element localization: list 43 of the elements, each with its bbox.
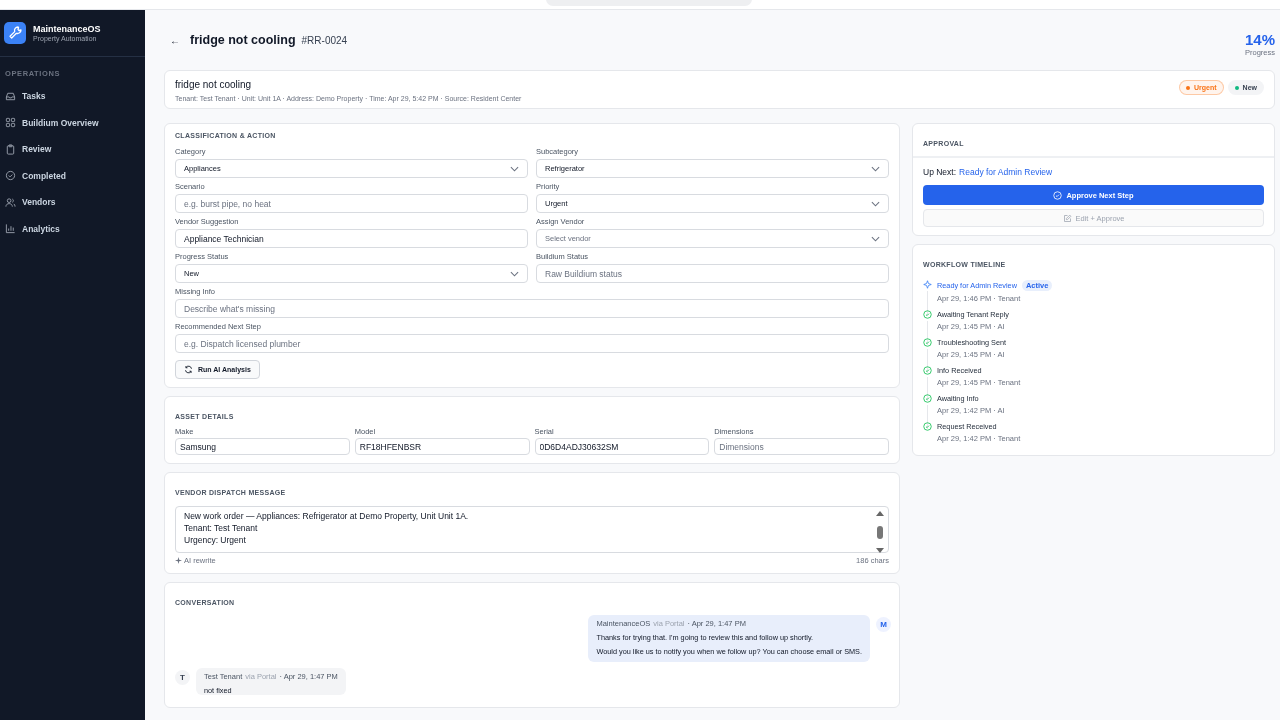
chevron-down-icon: [871, 235, 880, 242]
inbox-icon: [5, 90, 16, 102]
nav-item[interactable]: Completed: [0, 162, 145, 189]
grid-icon: [5, 117, 16, 129]
scrollbar-drawing: [875, 510, 885, 554]
input-field[interactable]: Describe what's missing: [175, 299, 889, 318]
input-field[interactable]: Samsung: [175, 438, 350, 455]
input-field[interactable]: Dimensions: [714, 438, 889, 455]
app-name: MaintenanceOS: [33, 24, 101, 34]
check-circle-icon: [1053, 190, 1063, 200]
input-field[interactable]: 0D6D4ADJ30632SM: [534, 438, 710, 455]
sparkle-icon: [175, 557, 182, 564]
chevron-down-icon: [510, 165, 519, 172]
nav-item[interactable]: Analytics: [0, 215, 145, 242]
avatar: M: [876, 617, 891, 632]
nav-item[interactable]: Review: [0, 136, 145, 163]
chart-icon: [5, 223, 16, 235]
users-icon: [5, 196, 16, 208]
up-next-label: Up Next:: [923, 167, 957, 177]
message-field[interactable]: New work order — Appliances: Refrigerator at Demo Property, Unit Unit 1A. Tenant: Test Tenant Urgency: Urgent: [175, 506, 889, 553]
wrench-logo-icon: [4, 22, 26, 44]
input-field[interactable]: Appliance Technician: [175, 229, 528, 248]
nav-item[interactable]: Tasks: [0, 83, 145, 110]
nav-item[interactable]: Vendors: [0, 189, 145, 216]
input-field[interactable]: RF18HFENBSR: [354, 438, 530, 455]
request-title: fridge not cooling: [175, 79, 253, 90]
input-field[interactable]: e.g. burst pipe, no heat: [175, 194, 528, 213]
input-field[interactable]: Raw Buildium status: [536, 264, 889, 283]
chevron-down-icon: [510, 270, 519, 277]
page-title: fridge not cooling: [190, 33, 296, 47]
request-id: #RR-0024: [301, 34, 348, 46]
clipboard-icon: [5, 143, 16, 155]
chevron-down-icon: [871, 165, 880, 172]
check-icon: [5, 170, 16, 182]
back-button[interactable]: ←: [170, 34, 180, 46]
nav-item[interactable]: Buildium Overview: [0, 109, 145, 136]
avatar: T: [175, 670, 190, 685]
chevron-down-icon: [871, 200, 880, 207]
refresh-icon: [184, 365, 193, 374]
progress-value: 14%: [1244, 31, 1275, 48]
edit-icon: [1062, 213, 1072, 223]
up-next-value: Ready for Admin Review: [959, 167, 1053, 177]
input-field[interactable]: e.g. Dispatch licensed plumber: [175, 334, 889, 353]
